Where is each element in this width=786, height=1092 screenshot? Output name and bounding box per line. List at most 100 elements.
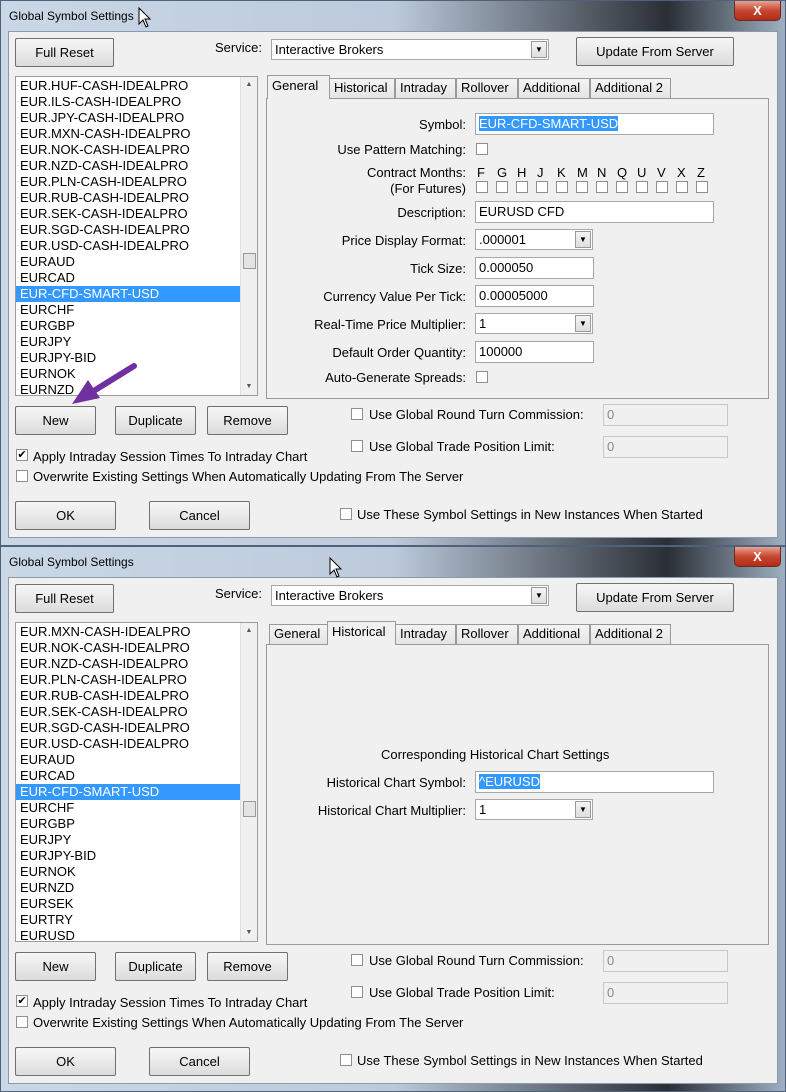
list-item[interactable]: EUR.ILS-CASH-IDEALPRO [16,94,240,110]
list-item[interactable]: EUR.NOK-CASH-IDEALPRO [16,142,240,158]
trade-limit-checkbox[interactable] [351,986,363,998]
list-item[interactable]: EURNOK [16,864,240,880]
tab-intraday[interactable]: Intraday [395,624,456,644]
list-item[interactable]: EUR.USD-CASH-IDEALPRO [16,736,240,752]
tab-historical[interactable]: Historical [329,78,395,98]
description-input[interactable]: EURUSD CFD [475,201,714,223]
scroll-down-icon[interactable]: ▼ [241,379,257,395]
month-checkbox[interactable] [576,181,588,193]
round-turn-checkbox[interactable] [351,954,363,966]
month-checkbox[interactable] [596,181,608,193]
list-item[interactable]: EURAUD [16,752,240,768]
list-item[interactable]: EURNOK [16,366,240,382]
new-instances-checkbox[interactable] [340,1054,352,1066]
new-button[interactable]: New [15,406,96,435]
list-item[interactable]: EURGBP [16,816,240,832]
list-item[interactable]: EURAUD [16,254,240,270]
update-from-server-button[interactable]: Update From Server [576,583,734,612]
pattern-matching-checkbox[interactable] [476,143,488,155]
cancel-button[interactable]: Cancel [149,501,250,530]
duplicate-button[interactable]: Duplicate [115,406,196,435]
month-checkbox[interactable] [696,181,708,193]
list-item[interactable]: EUR.PLN-CASH-IDEALPRO [16,174,240,190]
currency-value-input[interactable]: 0.00005000 [475,285,594,307]
list-item[interactable]: EURJPY-BID [16,350,240,366]
duplicate-button[interactable]: Duplicate [115,952,196,981]
list-item[interactable]: EUR.JPY-CASH-IDEALPRO [16,110,240,126]
list-item[interactable]: EURGBP [16,318,240,334]
price-multiplier-select[interactable]: 1 ▼ [475,313,593,334]
full-reset-button[interactable]: Full Reset [15,38,114,67]
list-item[interactable]: EURCHF [16,800,240,816]
scroll-down-icon[interactable]: ▼ [241,925,257,941]
chevron-down-icon[interactable]: ▼ [575,801,591,818]
full-reset-button[interactable]: Full Reset [15,584,114,613]
tab-additional-2[interactable]: Additional 2 [590,78,671,98]
list-item[interactable]: EURSEK [16,896,240,912]
update-from-server-button[interactable]: Update From Server [576,37,734,66]
tab-rollover[interactable]: Rollover [456,78,518,98]
scroll-thumb[interactable] [243,801,256,817]
list-item[interactable]: EURNZD [16,382,240,395]
tab-intraday[interactable]: Intraday [395,78,456,98]
list-item[interactable]: EUR-CFD-SMART-USD [16,784,240,800]
chevron-down-icon[interactable]: ▼ [575,315,591,332]
ok-button[interactable]: OK [15,501,116,530]
new-button[interactable]: New [15,952,96,981]
month-checkbox[interactable] [616,181,628,193]
list-item[interactable]: EURCAD [16,768,240,784]
symbol-list[interactable]: EUR.MXN-CASH-IDEALPRO EUR.NOK-CASH-IDEALP… [15,622,258,942]
remove-button[interactable]: Remove [207,952,288,981]
list-item[interactable]: EURNZD [16,880,240,896]
chevron-down-icon[interactable]: ▼ [531,41,547,58]
month-checkbox[interactable] [656,181,668,193]
tab-general[interactable]: General [267,75,330,99]
tab-rollover[interactable]: Rollover [456,624,518,644]
month-checkbox[interactable] [676,181,688,193]
list-item[interactable]: EUR.SGD-CASH-IDEALPRO [16,222,240,238]
list-item[interactable]: EUR.SEK-CASH-IDEALPRO [16,704,240,720]
list-item[interactable]: EUR-CFD-SMART-USD [16,286,240,302]
scroll-thumb[interactable] [243,253,256,269]
list-item[interactable]: EUR.NOK-CASH-IDEALPRO [16,640,240,656]
scroll-up-icon[interactable]: ▲ [241,77,257,93]
month-checkbox[interactable] [636,181,648,193]
new-instances-checkbox[interactable] [340,508,352,520]
list-item[interactable]: EURTRY [16,912,240,928]
price-display-format-select[interactable]: .000001 ▼ [475,229,593,250]
close-icon[interactable]: X [734,1,781,21]
month-checkbox[interactable] [556,181,568,193]
list-item[interactable]: EUR.SEK-CASH-IDEALPRO [16,206,240,222]
list-item[interactable]: EUR.MXN-CASH-IDEALPRO [16,126,240,142]
list-item[interactable]: EURCAD [16,270,240,286]
tick-size-input[interactable]: 0.000050 [475,257,594,279]
list-scrollbar[interactable]: ▲ ▼ [240,77,257,395]
list-scrollbar[interactable]: ▲ ▼ [240,623,257,941]
round-turn-input[interactable]: 0 [603,950,728,972]
order-quantity-input[interactable]: 100000 [475,341,594,363]
historical-symbol-input[interactable]: ^EURUSD [475,771,714,793]
tab-historical[interactable]: Historical [327,621,396,645]
list-item[interactable]: EUR.SGD-CASH-IDEALPRO [16,720,240,736]
month-checkbox[interactable] [496,181,508,193]
round-turn-checkbox[interactable] [351,408,363,420]
service-select[interactable]: Interactive Brokers ▼ [271,39,549,60]
tab-general[interactable]: General [269,624,329,644]
chevron-down-icon[interactable]: ▼ [531,587,547,604]
list-item[interactable]: EUR.MXN-CASH-IDEALPRO [16,624,240,640]
trade-limit-input[interactable]: 0 [603,982,728,1004]
service-select[interactable]: Interactive Brokers ▼ [271,585,549,606]
tab-additional[interactable]: Additional [518,624,590,644]
apply-intraday-checkbox[interactable]: ✔ [16,449,28,461]
list-item[interactable]: EURJPY-BID [16,848,240,864]
remove-button[interactable]: Remove [207,406,288,435]
list-item[interactable]: EUR.HUF-CASH-IDEALPRO [16,78,240,94]
close-icon[interactable]: X [734,547,781,567]
list-item[interactable]: EURJPY [16,334,240,350]
list-item[interactable]: EURJPY [16,832,240,848]
list-item[interactable]: EUR.RUB-CASH-IDEALPRO [16,688,240,704]
list-item[interactable]: EUR.PLN-CASH-IDEALPRO [16,672,240,688]
apply-intraday-checkbox[interactable]: ✔ [16,995,28,1007]
trade-limit-checkbox[interactable] [351,440,363,452]
list-item[interactable]: EUR.NZD-CASH-IDEALPRO [16,158,240,174]
